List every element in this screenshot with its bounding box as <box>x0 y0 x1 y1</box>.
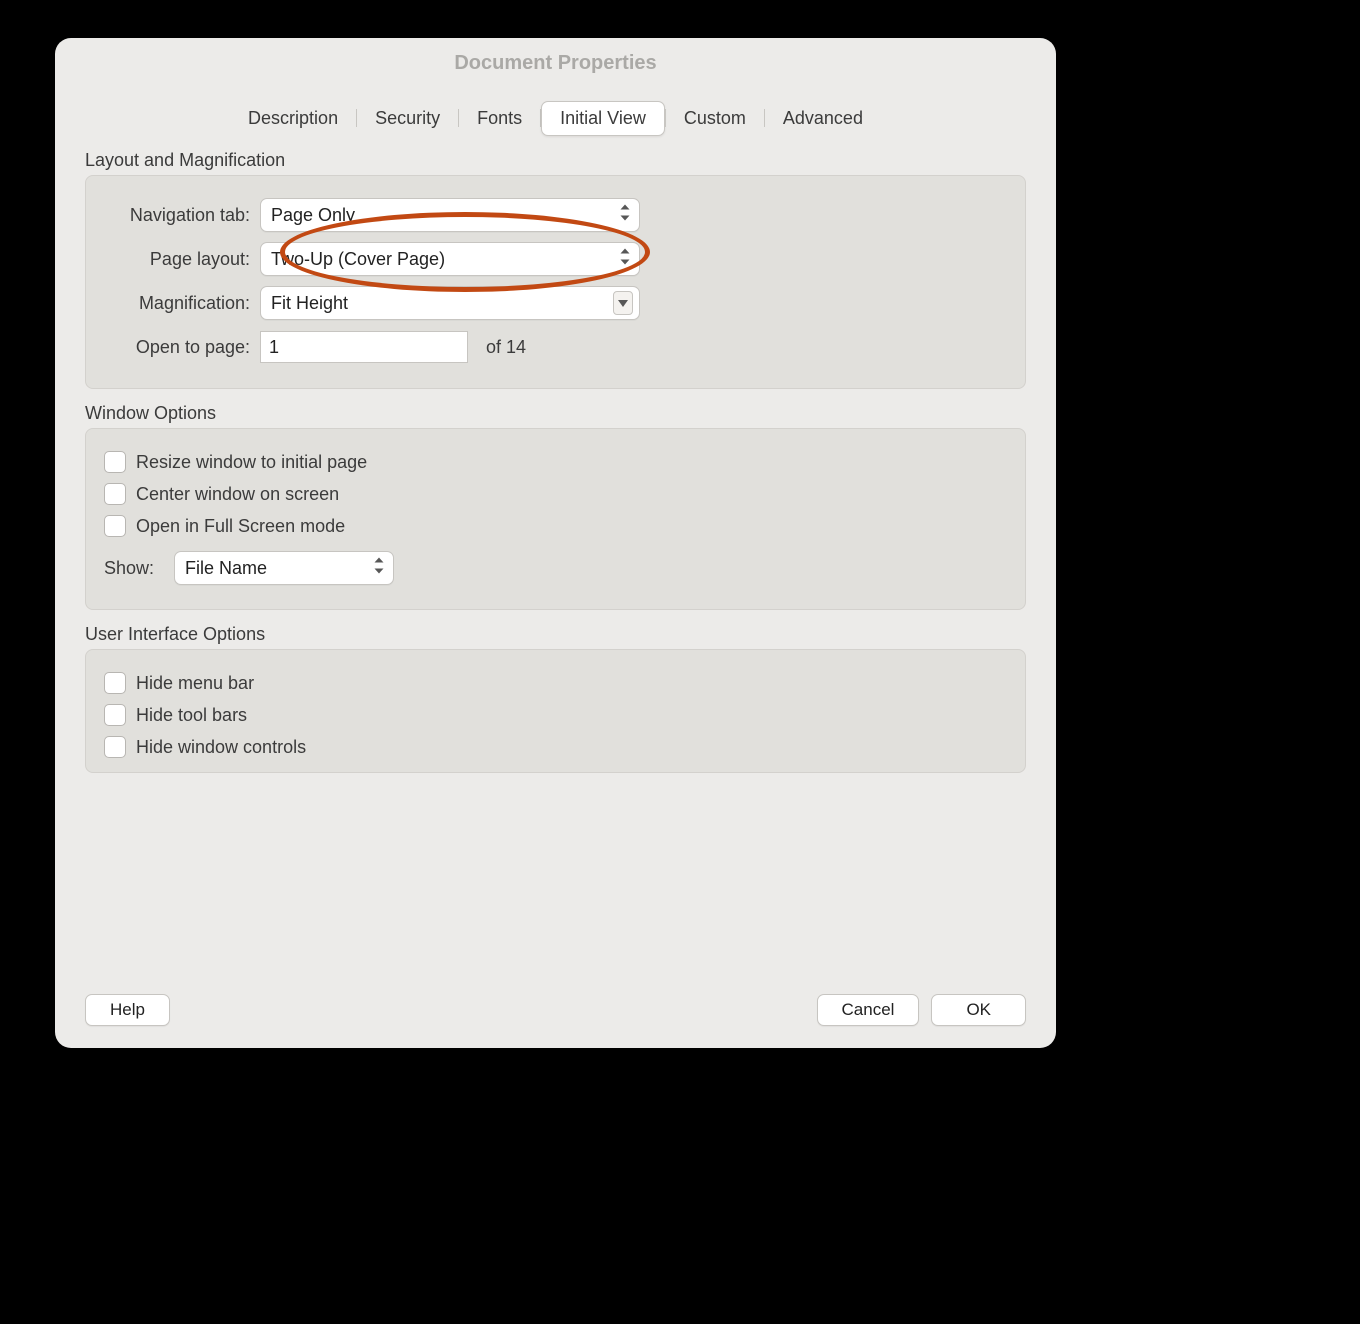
document-properties-window: Document Properties Description Security… <box>55 38 1056 1048</box>
navigation-tab-label: Navigation tab: <box>100 205 250 226</box>
window-title: Document Properties <box>454 52 656 75</box>
updown-arrows-icon <box>619 205 631 226</box>
hide-tool-label: Hide tool bars <box>136 705 247 726</box>
footer: Help Cancel OK <box>85 994 1026 1026</box>
ok-button[interactable]: OK <box>931 994 1026 1026</box>
page-layout-label: Page layout: <box>100 249 250 270</box>
magnification-combo[interactable]: Fit Height <box>260 286 640 320</box>
updown-arrows-icon <box>619 249 631 270</box>
fullscreen-checkbox[interactable] <box>104 515 126 537</box>
navigation-tab-value: Page Only <box>271 205 355 226</box>
navigation-tab-select[interactable]: Page Only <box>260 198 640 232</box>
tab-fonts[interactable]: Fonts <box>459 102 540 135</box>
open-to-page-label: Open to page: <box>100 337 250 358</box>
hide-tool-checkbox[interactable] <box>104 704 126 726</box>
dropdown-arrow-icon <box>613 291 633 315</box>
layout-section-heading: Layout and Magnification <box>85 150 1026 171</box>
resize-window-checkbox[interactable] <box>104 451 126 473</box>
window-section-heading: Window Options <box>85 403 1026 424</box>
show-select[interactable]: File Name <box>174 551 394 585</box>
ui-group: Hide menu bar Hide tool bars Hide window… <box>85 649 1026 773</box>
hide-window-controls-checkbox[interactable] <box>104 736 126 758</box>
center-window-checkbox[interactable] <box>104 483 126 505</box>
fullscreen-label: Open in Full Screen mode <box>136 516 345 537</box>
center-window-label: Center window on screen <box>136 484 339 505</box>
magnification-value: Fit Height <box>271 293 348 314</box>
tab-custom[interactable]: Custom <box>666 102 764 135</box>
page-layout-select[interactable]: Two-Up (Cover Page) <box>260 242 640 276</box>
show-value: File Name <box>185 558 267 579</box>
help-button[interactable]: Help <box>85 994 170 1026</box>
page-layout-value: Two-Up (Cover Page) <box>271 249 445 270</box>
layout-group: Navigation tab: Page Only Page layout: T… <box>85 175 1026 389</box>
tab-initial-view[interactable]: Initial View <box>541 101 665 136</box>
hide-window-controls-label: Hide window controls <box>136 737 306 758</box>
magnification-label: Magnification: <box>100 293 250 314</box>
hide-menu-label: Hide menu bar <box>136 673 254 694</box>
show-label: Show: <box>104 558 164 579</box>
tab-security[interactable]: Security <box>357 102 458 135</box>
window-group: Resize window to initial page Center win… <box>85 428 1026 610</box>
tab-bar: Description Security Fonts Initial View … <box>55 100 1056 136</box>
tab-advanced[interactable]: Advanced <box>765 102 881 135</box>
ui-section-heading: User Interface Options <box>85 624 1026 645</box>
open-to-page-of: of 14 <box>486 337 526 358</box>
cancel-button[interactable]: Cancel <box>817 994 920 1026</box>
open-to-page-input[interactable] <box>260 331 468 363</box>
resize-window-label: Resize window to initial page <box>136 452 367 473</box>
titlebar: Document Properties <box>55 38 1056 88</box>
hide-menu-checkbox[interactable] <box>104 672 126 694</box>
tab-description[interactable]: Description <box>230 102 356 135</box>
updown-arrows-icon <box>373 558 385 579</box>
